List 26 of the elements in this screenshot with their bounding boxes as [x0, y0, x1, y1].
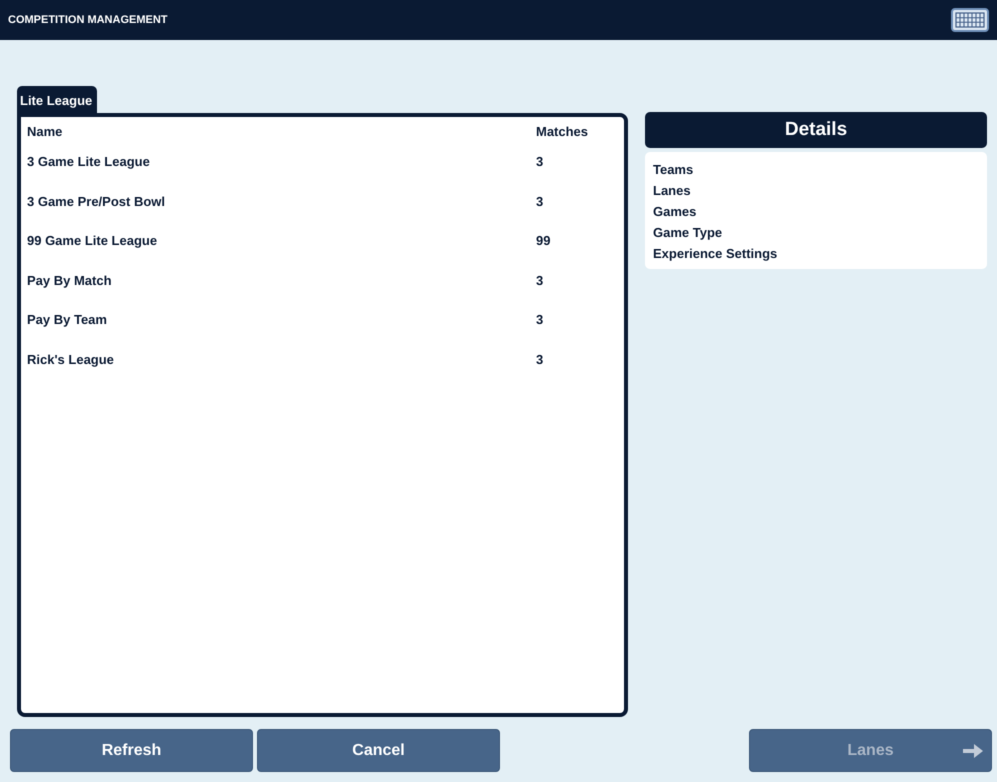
table-cell[interactable]: Rick's League [21, 352, 536, 367]
detail-label: Teams [653, 162, 694, 177]
keyboard-icon[interactable] [951, 8, 989, 32]
column-header: Matches [536, 124, 590, 139]
column-header: Name [26, 124, 64, 139]
table-cell[interactable]: 3 Game Pre/Post Bowl [21, 194, 536, 209]
table-cell[interactable]: 3 [536, 194, 616, 209]
table-cell[interactable]: 3 [536, 352, 616, 367]
arrow-icon [963, 744, 983, 758]
tab[interactable]: Lite League [17, 86, 98, 114]
table-cell[interactable]: 3 Game Lite League [21, 154, 536, 170]
detail-label: Lanes [653, 183, 691, 198]
table-cell[interactable]: 3 [536, 272, 616, 288]
detail-label: Games [653, 204, 696, 219]
button[interactable]: Cancel [257, 729, 500, 772]
table-cell[interactable]: Pay By Team [21, 312, 536, 328]
table-cell[interactable]: Pay By Match [21, 272, 536, 288]
detail-label: Game Type [653, 225, 722, 240]
details-header: Details [645, 112, 987, 148]
window-title: COMPETITION MANAGEMENT [8, 14, 168, 26]
detail-label: Experience Settings [653, 246, 778, 261]
table-cell[interactable]: 99 [536, 233, 616, 248]
table-cell[interactable]: 3 [536, 312, 616, 328]
button[interactable]: Refresh [10, 729, 253, 772]
table-cell[interactable]: 99 Game Lite League [21, 233, 536, 248]
table-cell[interactable]: 3 [536, 154, 616, 170]
